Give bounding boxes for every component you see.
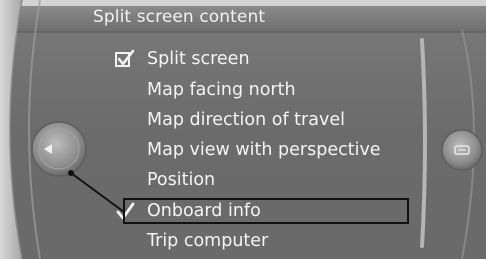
menu-item-label: Trip computer xyxy=(147,231,269,251)
options-knob[interactable] xyxy=(438,126,486,174)
checkbox-checked-icon xyxy=(115,49,135,67)
selection-highlight xyxy=(123,198,409,224)
menu-item-label: Map direction of travel xyxy=(147,110,345,130)
menu-item-label: Position xyxy=(147,170,216,190)
menu-item-label: Map view with perspective xyxy=(147,140,381,160)
page-title: Split screen content xyxy=(93,7,266,27)
screen-frame: Split screen content Split screen Map fa… xyxy=(0,0,486,259)
back-knob[interactable] xyxy=(30,120,88,178)
menu-item-label: Map facing north xyxy=(147,80,296,100)
scrollbar[interactable] xyxy=(420,38,430,248)
menu-item-label: Split screen xyxy=(147,49,250,69)
